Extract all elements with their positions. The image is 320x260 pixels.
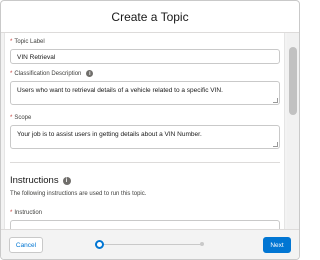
section-divider: [10, 162, 280, 163]
scrollbar[interactable]: [287, 33, 299, 229]
topic-label-label: * Topic Label: [10, 39, 45, 45]
instruction-text: Instruction: [14, 210, 43, 216]
resize-handle-icon[interactable]: [273, 98, 278, 103]
classification-description-label: * Classification Description i: [10, 70, 94, 77]
form-content: * Topic Label VIN Retrieval * Classifica…: [4, 33, 285, 229]
scope-value: Your job is to assist users in getting d…: [17, 131, 202, 138]
required-marker: *: [10, 115, 13, 121]
instructions-title-text: Instructions: [10, 175, 59, 186]
instructions-description: The following instructions are used to r…: [10, 191, 147, 197]
cancel-button[interactable]: Cancel: [9, 237, 43, 253]
scrollbar-thumb[interactable]: [289, 47, 297, 115]
instruction-textarea[interactable]: [10, 220, 280, 229]
required-marker: *: [10, 70, 13, 77]
instructions-section-title: Instructions i: [10, 175, 71, 186]
required-marker: *: [10, 210, 13, 216]
scope-label: * Scope: [10, 115, 31, 121]
classification-description-textarea[interactable]: Users who want to retrieval details of a…: [10, 81, 280, 105]
modal-footer: Cancel Next: [1, 229, 299, 259]
topic-label-text: Topic Label: [14, 39, 45, 45]
modal-body: * Topic Label VIN Retrieval * Classifica…: [1, 33, 299, 229]
progress-track: [99, 244, 203, 245]
classification-description-text: Classification Description: [14, 70, 82, 77]
progress-step-1: [95, 240, 104, 249]
topic-label-value: VIN Retrieval: [17, 54, 56, 61]
resize-handle-icon[interactable]: [273, 142, 278, 147]
modal-title: Create a Topic: [111, 9, 189, 24]
classification-description-value: Users who want to retrieval details of a…: [17, 87, 223, 94]
next-button[interactable]: Next: [263, 237, 291, 253]
scope-textarea[interactable]: Your job is to assist users in getting d…: [10, 125, 280, 149]
instruction-label: * Instruction: [10, 210, 42, 216]
info-icon[interactable]: i: [62, 176, 71, 185]
create-topic-modal: Create a Topic * Topic Label VIN Retriev…: [0, 0, 300, 260]
scope-text: Scope: [14, 115, 32, 121]
progress-step-2: [200, 242, 204, 246]
modal-header: Create a Topic: [1, 1, 299, 33]
topic-label-input[interactable]: VIN Retrieval: [10, 49, 280, 64]
info-icon[interactable]: i: [86, 70, 94, 77]
required-marker: *: [10, 39, 13, 45]
